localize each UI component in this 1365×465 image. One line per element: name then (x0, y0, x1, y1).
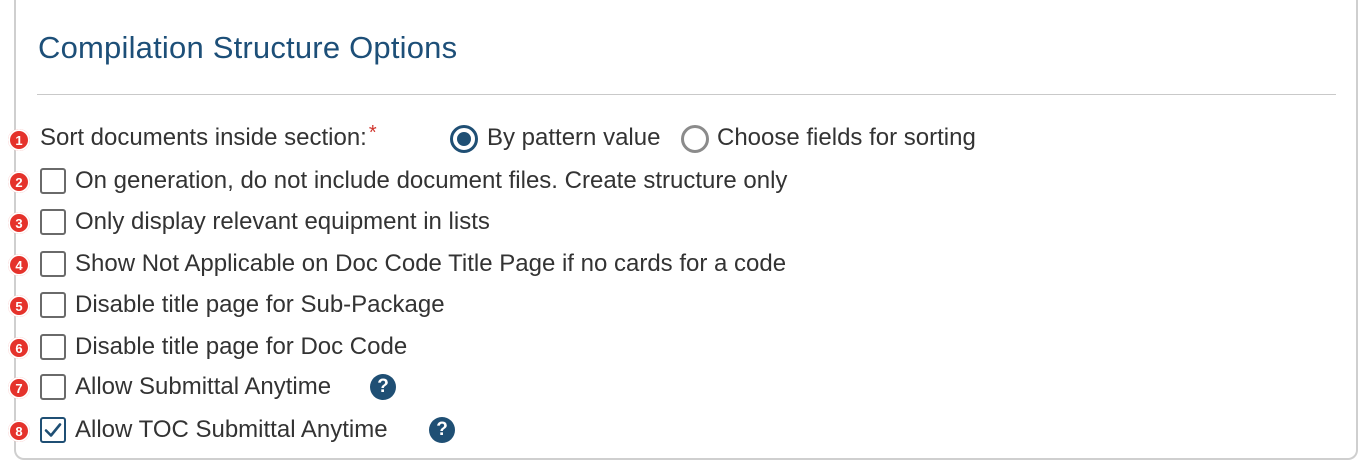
option-row-6: 6 Disable title page for Doc Code (0, 331, 1365, 365)
option-row-2: 2 On generation, do not include document… (0, 165, 1365, 199)
step-marker-5: 5 (8, 295, 30, 317)
step-marker-1: 1 (8, 129, 30, 151)
radio-by-pattern-value[interactable] (450, 125, 478, 153)
step-marker-3: 3 (8, 212, 30, 234)
divider (37, 94, 1336, 95)
option-label-exclude-files[interactable]: On generation, do not include document f… (75, 167, 787, 195)
option-row-4: 4 Show Not Applicable on Doc Code Title … (0, 248, 1365, 282)
question-circle-icon[interactable]: ? (370, 374, 396, 400)
step-marker-7: 7 (8, 377, 30, 399)
option-label-disable-subpackage-title[interactable]: Disable title page for Sub-Package (75, 291, 445, 319)
required-asterisk: * (368, 122, 377, 144)
checkmark-icon (44, 423, 62, 437)
option-label-allow-submittal-anytime[interactable]: Allow Submittal Anytime (75, 373, 331, 401)
checkbox-show-not-applicable[interactable] (40, 251, 66, 277)
section-title: Compilation Structure Options (38, 30, 458, 65)
checkbox-allow-submittal-anytime[interactable] (40, 374, 66, 400)
option-row-7: 7 Allow Submittal Anytime ? (0, 372, 1365, 406)
option-row-8: 8 Allow TOC Submittal Anytime ? (0, 414, 1365, 448)
radio-label-choose-fields[interactable]: Choose fields for sorting (717, 124, 976, 152)
sort-row: 1 Sort documents inside section: * By pat… (0, 122, 1365, 156)
checkbox-allow-toc-submittal-anytime[interactable] (40, 417, 66, 443)
sort-label: Sort documents inside section: * (40, 122, 377, 152)
step-marker-2: 2 (8, 171, 30, 193)
sort-label-text: Sort documents inside section: (40, 124, 367, 151)
checkbox-disable-subpackage-title[interactable] (40, 292, 66, 318)
step-marker-6: 6 (8, 337, 30, 359)
radio-choose-fields[interactable] (681, 125, 709, 153)
option-label-relevant-equipment[interactable]: Only display relevant equipment in lists (75, 208, 490, 236)
step-marker-4: 4 (8, 254, 30, 276)
question-circle-icon[interactable]: ? (429, 417, 455, 443)
option-label-disable-doccode-title[interactable]: Disable title page for Doc Code (75, 333, 407, 361)
step-marker-8: 8 (8, 420, 30, 442)
checkbox-exclude-files[interactable] (40, 168, 66, 194)
option-label-allow-toc-submittal-anytime[interactable]: Allow TOC Submittal Anytime (75, 416, 388, 444)
option-row-5: 5 Disable title page for Sub-Package (0, 289, 1365, 323)
option-label-show-not-applicable[interactable]: Show Not Applicable on Doc Code Title Pa… (75, 250, 786, 278)
radio-label-by-pattern-value[interactable]: By pattern value (487, 124, 660, 152)
option-row-3: 3 Only display relevant equipment in lis… (0, 206, 1365, 240)
checkbox-disable-doccode-title[interactable] (40, 334, 66, 360)
checkbox-relevant-equipment[interactable] (40, 209, 66, 235)
